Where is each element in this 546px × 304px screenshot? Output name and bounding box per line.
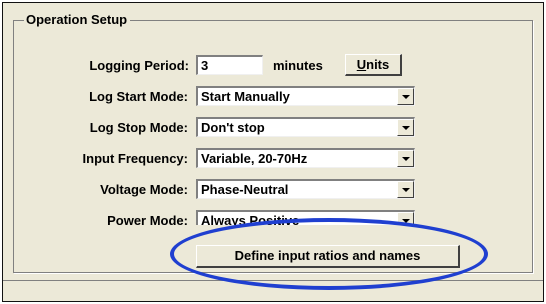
power-mode-select[interactable]: Always Positive <box>196 210 415 225</box>
chevron-down-icon <box>402 188 410 192</box>
power-mode-dropdown-button[interactable] <box>397 212 414 225</box>
voltage-mode-value: Phase-Neutral <box>201 182 289 197</box>
voltage-mode-select[interactable]: Phase-Neutral <box>196 179 415 199</box>
log-stop-mode-select[interactable]: Don't stop <box>196 117 415 137</box>
voltage-mode-label: Voltage Mode: <box>100 182 188 197</box>
log-start-mode-dropdown-button[interactable] <box>397 88 414 105</box>
input-frequency-value: Variable, 20-70Hz <box>201 151 308 166</box>
logging-period-input[interactable]: 3 <box>196 55 263 75</box>
group-title: Operation Setup <box>24 12 131 28</box>
logging-period-value: 3 <box>201 58 209 73</box>
input-frequency-label: Input Frequency: <box>82 151 188 166</box>
voltage-mode-dropdown-button[interactable] <box>397 181 414 198</box>
units-button[interactable]: Units <box>345 54 402 76</box>
input-frequency-select[interactable]: Variable, 20-70Hz <box>196 148 415 168</box>
log-stop-mode-label: Log Stop Mode: <box>89 120 188 135</box>
units-accesskey: U <box>356 57 367 72</box>
log-stop-mode-dropdown-button[interactable] <box>397 119 414 136</box>
logging-period-label: Logging Period: <box>89 58 189 73</box>
power-mode-value: Always Positive <box>201 213 300 225</box>
chevron-down-icon <box>402 95 410 99</box>
input-frequency-dropdown-button[interactable] <box>397 150 414 167</box>
log-stop-mode-value: Don't stop <box>201 120 265 135</box>
minutes-label: minutes <box>273 58 323 73</box>
chevron-down-icon <box>402 126 410 130</box>
units-label-rest: nits <box>366 57 390 72</box>
chevron-down-icon <box>402 219 410 223</box>
power-mode-label: Power Mode: <box>107 213 188 228</box>
log-start-mode-label: Log Start Mode: <box>89 89 188 104</box>
chevron-down-icon <box>402 157 410 161</box>
log-start-mode-select[interactable]: Start Manually <box>196 86 415 106</box>
log-start-mode-value: Start Manually <box>201 89 290 104</box>
define-input-ratios-button[interactable]: Define input ratios and names <box>196 245 460 268</box>
divider <box>3 280 543 281</box>
